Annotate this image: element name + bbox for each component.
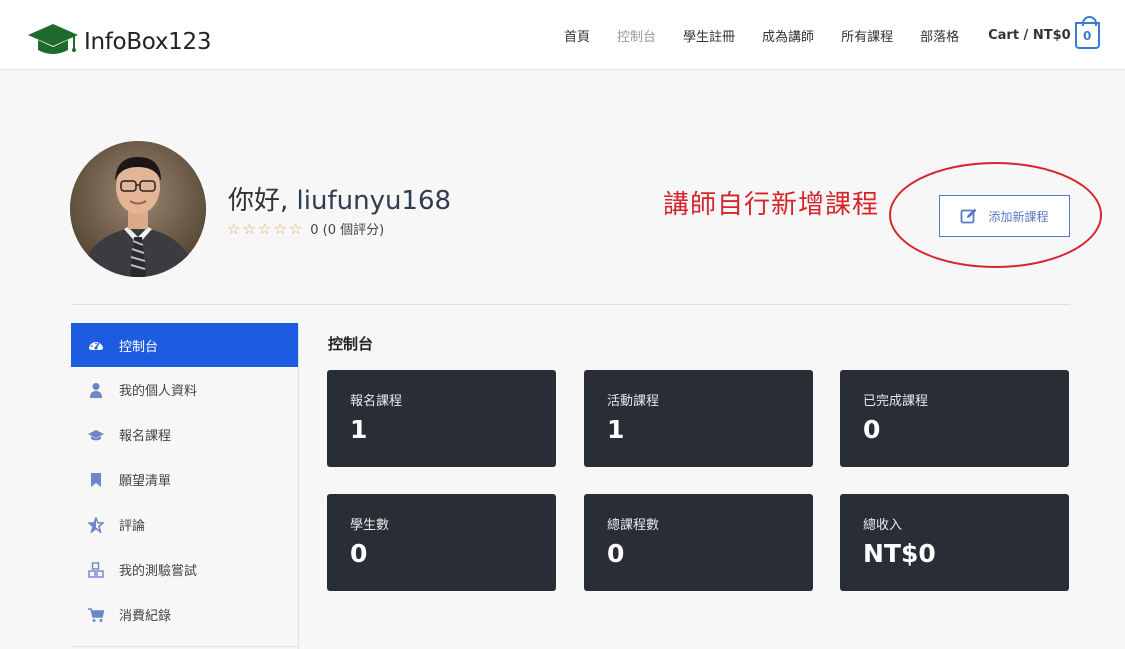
section-divider: [71, 304, 1070, 305]
avatar: [70, 141, 206, 277]
dashboard-icon: [88, 337, 104, 353]
nav-all-courses[interactable]: 所有課程: [841, 26, 893, 45]
stat-value: 1: [350, 415, 368, 444]
edit-icon: [961, 208, 977, 224]
stat-card-enrolled-courses: 報名課程 1: [327, 370, 556, 467]
cart-link[interactable]: Cart / NT$0 0: [988, 16, 1100, 49]
sidebar-item-label: 我的個人資料: [119, 384, 198, 399]
stat-label: 已完成課程: [863, 394, 929, 409]
sidebar-item-quiz-attempts[interactable]: 我的測驗嘗試: [71, 547, 298, 592]
sidebar-item-profile[interactable]: 我的個人資料: [71, 367, 298, 412]
graduation-cap-icon: [88, 427, 104, 443]
nav-dashboard[interactable]: 控制台: [617, 26, 656, 45]
nav-student-register[interactable]: 學生註冊: [683, 26, 735, 45]
cart-count: 0: [1082, 28, 1092, 43]
stat-card-total-earnings: 總收入 NT$0: [840, 494, 1069, 591]
graduation-cap-logo-icon: [28, 24, 78, 54]
stat-label: 活動課程: [607, 394, 660, 409]
cart-icon: [88, 607, 104, 623]
stat-card-total-courses: 總課程數 0: [584, 494, 813, 591]
stat-value: 0: [607, 539, 625, 568]
star-outline-icon: ☆: [273, 219, 287, 238]
dashboard-sidebar: 控制台 我的個人資料 報名課程 願望清單 評論 我的測驗嘗試 消費紀錄: [71, 323, 299, 649]
star-outline-icon: ☆: [227, 219, 241, 238]
main-nav: 首頁 控制台 學生註冊 成為講師 所有課程 部落格 Cart / NT$0 0: [564, 16, 1100, 49]
sidebar-item-label: 報名課程: [119, 429, 172, 444]
nav-become-instructor[interactable]: 成為講師: [762, 26, 814, 45]
nav-blog[interactable]: 部落格: [920, 26, 959, 45]
stat-card-active-courses: 活動課程 1: [584, 370, 813, 467]
username: liufunyu168: [296, 186, 452, 216]
stat-label: 總收入: [863, 518, 903, 533]
star-outline-icon: ☆: [257, 219, 272, 238]
sidebar-item-wishlist[interactable]: 願望清單: [71, 457, 298, 502]
sidebar-item-label: 消費紀錄: [119, 609, 172, 624]
sidebar-item-label: 我的測驗嘗試: [119, 564, 198, 579]
add-new-course-label: 添加新課程: [988, 209, 1049, 224]
instructor-rating: ☆ ☆ ☆ ☆ ☆ 0 (0 個評分): [227, 219, 385, 239]
stat-value: NT$0: [863, 539, 936, 568]
add-new-course-button[interactable]: 添加新課程: [939, 195, 1070, 237]
sidebar-item-label: 評論: [119, 519, 146, 534]
star-outline-icon: ☆: [242, 219, 256, 238]
nav-home[interactable]: 首頁: [564, 26, 590, 45]
stat-card-completed-courses: 已完成課程 0: [840, 370, 1069, 467]
stat-value: 0: [863, 415, 881, 444]
star-icon: [88, 516, 104, 533]
sidebar-item-dashboard[interactable]: 控制台: [71, 323, 298, 367]
stat-value: 0: [350, 539, 368, 568]
stat-label: 學生數: [350, 518, 390, 533]
logo-text: InfoBox123: [84, 29, 212, 55]
stat-label: 總課程數: [607, 518, 660, 533]
greeting: 你好, liufunyu168: [228, 180, 451, 217]
stat-value: 1: [607, 415, 625, 444]
sidebar-item-enrolled-courses[interactable]: 報名課程: [71, 412, 298, 457]
sidebar-item-label: 控制台: [119, 339, 159, 355]
sidebar-item-label: 願望清單: [119, 474, 172, 489]
annotation-text: 講師自行新增課程: [663, 190, 880, 220]
page-title: 控制台: [328, 335, 374, 353]
sidebar-bottom-divider: [71, 646, 299, 647]
cubes-icon: [88, 561, 104, 578]
bookmark-icon: [88, 472, 104, 488]
sidebar-item-purchase-history[interactable]: 消費紀錄: [71, 592, 298, 637]
user-icon: [88, 382, 104, 398]
sidebar-item-reviews[interactable]: 評論: [71, 502, 298, 547]
stat-label: 報名課程: [350, 394, 403, 409]
greeting-prefix: 你好,: [228, 186, 297, 216]
star-outline-icon: ☆: [288, 219, 303, 238]
rating-text: 0 (0 個評分): [310, 223, 385, 238]
site-header: InfoBox123 首頁 控制台 學生註冊 成為講師 所有課程 部落格 Car…: [0, 0, 1125, 70]
cart-label: Cart / NT$0: [988, 28, 1071, 43]
stat-card-students: 學生數 0: [327, 494, 556, 591]
site-logo[interactable]: InfoBox123: [26, 22, 211, 62]
cart-bag-icon: 0: [1074, 16, 1100, 49]
